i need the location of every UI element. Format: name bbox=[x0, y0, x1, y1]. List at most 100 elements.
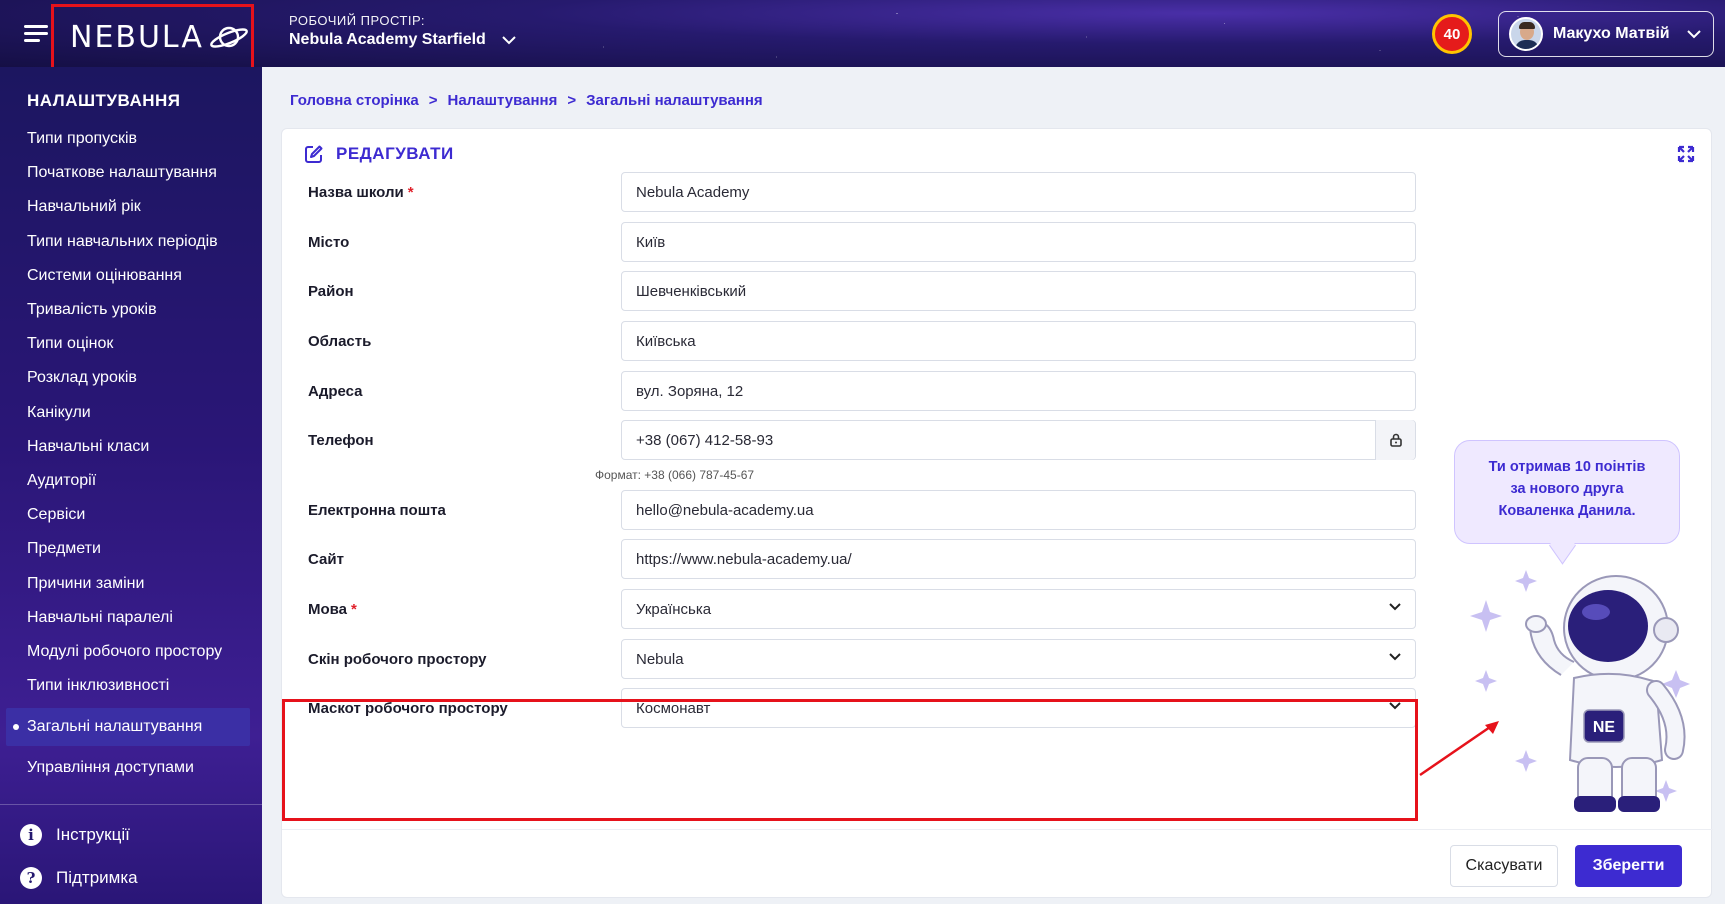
sidebar-item[interactable]: Розклад уроків bbox=[0, 361, 262, 395]
sidebar-item[interactable]: Навчальний рік bbox=[0, 190, 262, 224]
info-icon: i bbox=[20, 824, 42, 846]
sidebar-item-label: Початкове налаштування bbox=[27, 164, 217, 182]
sidebar-item-label: Модулі робочого простору bbox=[27, 642, 223, 660]
lock-icon bbox=[1389, 433, 1402, 447]
cancel-button[interactable]: Скасувати bbox=[1450, 845, 1558, 887]
sidebar: НАЛАШТУВАННЯ Типи пропусків Початкове нал… bbox=[0, 67, 262, 904]
expand-icon[interactable] bbox=[1677, 145, 1695, 163]
logo[interactable]: NEBULA bbox=[51, 4, 254, 67]
breadcrumb-separator: > bbox=[567, 92, 577, 109]
mascot-select[interactable]: Космонавт bbox=[621, 688, 1416, 728]
sidebar-title: НАЛАШТУВАННЯ bbox=[27, 91, 181, 110]
sidebar-item-label: Системи оцінювання bbox=[27, 266, 182, 284]
form-row-site: Сайт https://www.nebula-academy.ua/ bbox=[308, 539, 1418, 579]
sidebar-item[interactable]: Системи оцінювання bbox=[0, 259, 262, 293]
sidebar-item-label: Сервіси bbox=[27, 506, 86, 524]
sidebar-item-label: Управління доступами bbox=[27, 759, 194, 777]
form-row-district: Район Шевченківський bbox=[308, 271, 1418, 311]
points-badge[interactable]: 40 bbox=[1432, 14, 1472, 54]
phone-format-hint: Формат: +38 (066) 787-45-67 bbox=[595, 468, 755, 482]
form-row-language: Мова * Українська bbox=[308, 589, 1418, 629]
sidebar-item[interactable]: Причини заміни bbox=[0, 566, 262, 600]
workspace-name: Nebula Academy Starfield bbox=[289, 31, 486, 48]
sidebar-item-label: Типи навчальних періодів bbox=[27, 232, 218, 250]
mascot-badge-text: NE bbox=[1593, 719, 1616, 736]
form-header: РЕДАГУВАТИ bbox=[304, 144, 454, 164]
sidebar-item[interactable]: Сервіси bbox=[0, 498, 262, 532]
form-row-region: Область Київська bbox=[308, 321, 1418, 361]
help-icon: ? bbox=[20, 867, 42, 889]
email-label: Електронна пошта bbox=[308, 501, 446, 519]
sidebar-item-label: Аудиторії bbox=[27, 471, 97, 489]
chevron-down-icon bbox=[502, 35, 516, 44]
mascot-value: Космонавт bbox=[636, 699, 711, 717]
edit-icon bbox=[305, 145, 323, 163]
sidebar-item[interactable]: Загальні налаштування bbox=[6, 708, 250, 747]
chevron-down-icon bbox=[1389, 653, 1401, 661]
sidebar-item-label: Навчальні класи bbox=[27, 437, 150, 455]
sidebar-item[interactable]: Предмети bbox=[0, 532, 262, 566]
astronaut-mascot[interactable]: NE bbox=[1466, 560, 1711, 820]
sidebar-item-support[interactable]: ? Підтримка bbox=[20, 867, 138, 889]
mascot-label: Маскот робочого простору bbox=[308, 699, 508, 717]
mascot-message-line: Ти отримав 10 поінтів bbox=[1488, 459, 1646, 475]
sidebar-item[interactable]: Модулі робочого простору bbox=[0, 635, 262, 669]
workspace-label: РОБОЧИЙ ПРОСТІР: bbox=[289, 13, 426, 28]
workspace-switcher[interactable]: РОБОЧИЙ ПРОСТІР: Nebula Academy Starfiel… bbox=[289, 13, 516, 49]
required-mark: * bbox=[351, 600, 357, 618]
sidebar-item[interactable]: Типи навчальних періодів bbox=[0, 225, 262, 259]
mascot-speech-bubble: Ти отримав 10 поінтів за нового друга Ко… bbox=[1454, 440, 1680, 544]
sidebar-item[interactable]: Типи пропусків bbox=[0, 122, 262, 156]
region-label: Область bbox=[308, 332, 372, 350]
sidebar-item-label: Навчальний рік bbox=[27, 198, 141, 216]
sidebar-item[interactable]: Початкове налаштування bbox=[0, 156, 262, 190]
phone-label: Телефон bbox=[308, 431, 374, 449]
user-menu-button[interactable]: Макухо Матвій bbox=[1498, 11, 1714, 57]
breadcrumb-settings[interactable]: Налаштування bbox=[448, 92, 558, 109]
district-label: Район bbox=[308, 282, 354, 300]
breadcrumb-current: Загальні налаштування bbox=[586, 92, 763, 109]
top-bar: NEBULA РОБОЧИЙ ПРОСТІР: Nebula Academy S… bbox=[0, 0, 1725, 67]
skin-select[interactable]: Nebula bbox=[621, 639, 1416, 679]
lock-button[interactable] bbox=[1375, 420, 1415, 460]
mascot-message-line: за нового друга bbox=[1510, 481, 1624, 497]
sidebar-item-label: Інструкції bbox=[56, 825, 130, 844]
language-label: Мова bbox=[308, 600, 348, 618]
sidebar-item[interactable]: Тривалість уроків bbox=[0, 293, 262, 327]
phone-input[interactable]: +38 (067) 412-58-93 bbox=[636, 432, 773, 449]
form-row-address: Адреса вул. Зоряна, 12 bbox=[308, 371, 1418, 411]
sidebar-item[interactable]: Управління доступами bbox=[0, 751, 262, 785]
sidebar-item[interactable]: Навчальні класи bbox=[0, 430, 262, 464]
sidebar-item-label: Канікули bbox=[27, 403, 91, 421]
form-row-city: Місто Київ bbox=[308, 222, 1418, 262]
sidebar-item[interactable]: Канікули bbox=[0, 396, 262, 430]
form-row-school-name: Назва школи * Nebula Academy bbox=[308, 172, 1418, 212]
breadcrumb: Головна сторінка > Налаштування > Загаль… bbox=[290, 92, 763, 109]
school-name-input[interactable]: Nebula Academy bbox=[621, 172, 1416, 212]
skin-value: Nebula bbox=[636, 650, 684, 668]
sidebar-item[interactable]: Аудиторії bbox=[0, 464, 262, 498]
sidebar-item-label: Причини заміни bbox=[27, 574, 145, 592]
district-input[interactable]: Шевченківський bbox=[621, 271, 1416, 311]
chevron-down-icon bbox=[1687, 29, 1701, 38]
email-input[interactable]: hello@nebula-academy.ua bbox=[621, 490, 1416, 530]
breadcrumb-home[interactable]: Головна сторінка bbox=[290, 92, 419, 109]
address-input[interactable]: вул. Зоряна, 12 bbox=[621, 371, 1416, 411]
city-input[interactable]: Київ bbox=[621, 222, 1416, 262]
phone-field: +38 (067) 412-58-93 bbox=[621, 420, 1416, 460]
school-name-label: Назва школи bbox=[308, 183, 404, 201]
region-input[interactable]: Київська bbox=[621, 321, 1416, 361]
form-row-mascot: Маскот робочого простору Космонавт bbox=[308, 688, 1418, 728]
site-input[interactable]: https://www.nebula-academy.ua/ bbox=[621, 539, 1416, 579]
sidebar-item[interactable]: Навчальні паралелі bbox=[0, 601, 262, 635]
save-button[interactable]: Зберегти bbox=[1575, 845, 1682, 887]
sidebar-item[interactable]: Типи оцінок bbox=[0, 327, 262, 361]
sidebar-item-label: Підтримка bbox=[56, 868, 138, 887]
sidebar-item-label: Розклад уроків bbox=[27, 369, 137, 387]
sidebar-item-instructions[interactable]: i Інструкції bbox=[20, 824, 130, 846]
required-mark: * bbox=[407, 183, 414, 201]
sidebar-item-label: Типи інклюзивності bbox=[27, 677, 170, 695]
language-select[interactable]: Українська bbox=[621, 589, 1416, 629]
sidebar-item[interactable]: Типи інклюзивності bbox=[0, 669, 262, 703]
menu-icon[interactable] bbox=[24, 25, 48, 43]
